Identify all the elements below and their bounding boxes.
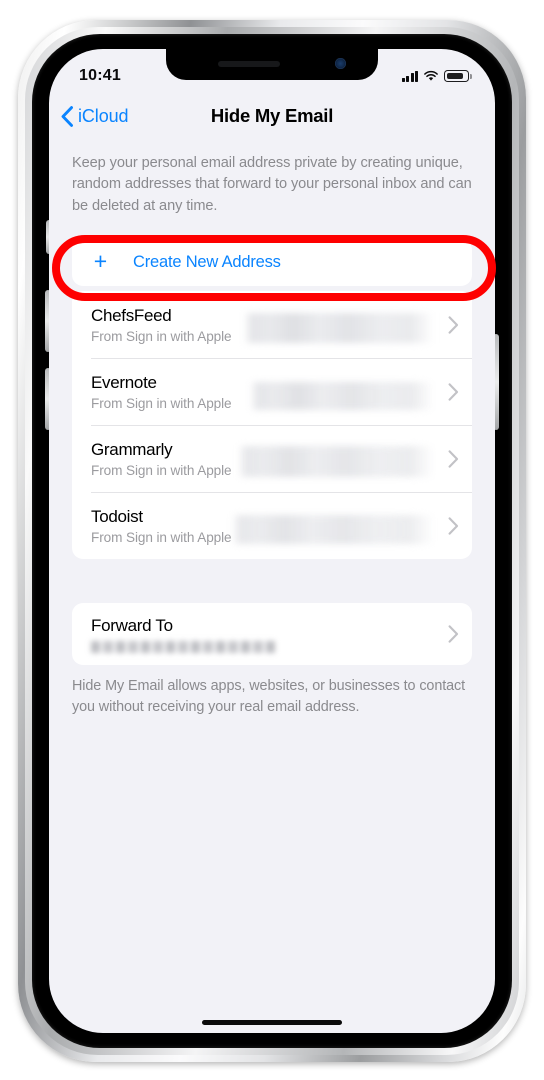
create-new-address-row[interactable]: + Create New Address [72,239,472,286]
notch [166,49,378,80]
signal-bars-icon [401,70,418,82]
screenshot-root: 10:41 iCloud Hide My Email Keep your per… [0,0,544,1080]
app-subtitle: From Sign in with Apple [91,395,232,411]
app-subtitle: From Sign in with Apple [91,328,232,344]
app-name: ChefsFeed [91,305,172,325]
forward-to-label: Forward To [91,615,173,635]
back-button[interactable]: iCloud [49,105,129,127]
chevron-right-icon [448,450,458,468]
list-item[interactable]: Grammarly From Sign in with Apple [72,425,472,492]
disclosure-chevron [434,625,472,643]
disclosure-chevron [434,517,472,535]
list-item[interactable]: Evernote From Sign in with Apple [72,358,472,425]
chevron-right-icon [448,625,458,643]
status-indicators [401,70,472,82]
disclosure-chevron [434,450,472,468]
list-item[interactable]: ChefsFeed From Sign in with Apple [72,291,472,358]
navigation-bar: iCloud Hide My Email [49,93,495,139]
plus-icon: + [93,248,108,275]
chevron-right-icon [448,316,458,334]
app-name: Evernote [91,372,157,392]
list-item[interactable]: Todoist From Sign in with Apple [72,492,472,559]
back-button-label: iCloud [78,105,129,126]
wifi-icon [424,70,438,81]
forward-to-row[interactable]: Forward To [72,603,472,665]
earpiece-speaker-icon [218,61,280,67]
status-time: 10:41 [79,67,121,84]
app-name: Grammarly [91,439,173,459]
app-subtitle: From Sign in with Apple [91,529,232,545]
chevron-right-icon [448,517,458,535]
battery-icon [444,70,472,82]
create-new-address-label: Create New Address [133,253,281,272]
app-subtitle: From Sign in with Apple [91,462,232,478]
home-indicator[interactable] [202,1020,342,1025]
hidden-email-list: ChefsFeed From Sign in with Apple Everno… [72,291,472,560]
settings-content: Keep your personal email address private… [49,139,495,1033]
front-camera-icon [335,58,346,69]
footer-description: Hide My Email allows apps, websites, or … [72,678,466,716]
chevron-left-icon [61,105,73,127]
redacted-forward-email [91,640,276,653]
intro-description: Keep your personal email address private… [72,155,472,214]
phone-screen: 10:41 iCloud Hide My Email Keep your per… [49,49,495,1033]
forward-to-card: Forward To [72,603,472,666]
disclosure-chevron [434,316,472,334]
create-address-card: + Create New Address [72,239,472,287]
chevron-right-icon [448,383,458,401]
disclosure-chevron [434,383,472,401]
app-name: Todoist [91,506,143,526]
